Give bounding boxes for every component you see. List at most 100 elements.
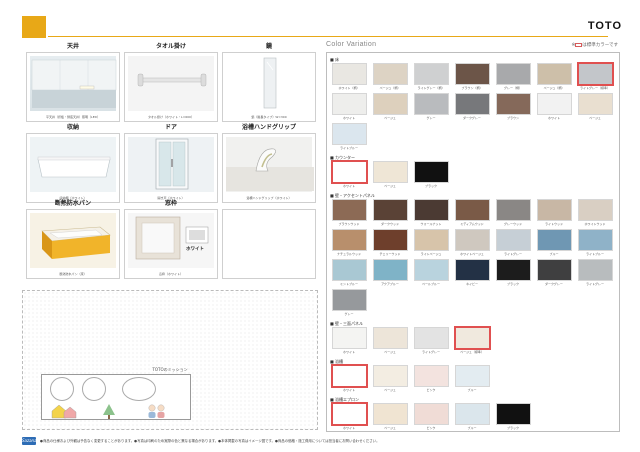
swatch-label: ライトグレー（標準） xyxy=(579,86,610,90)
color-swatch[interactable] xyxy=(455,229,490,251)
color-swatch[interactable] xyxy=(373,199,408,221)
option-title: ドア xyxy=(164,124,177,131)
color-swatch[interactable] xyxy=(578,199,613,221)
color-swatch[interactable] xyxy=(496,403,531,425)
color-swatch[interactable] xyxy=(455,365,490,387)
color-swatch[interactable] xyxy=(496,229,531,251)
swatch-label: ホワイト xyxy=(342,184,355,188)
option-caption: タオル掛け（ホワイト・L=600） xyxy=(148,115,194,119)
option-frame: 収納棚（ホワイト） xyxy=(26,133,120,203)
swatch-label: ライトグレー xyxy=(503,252,522,256)
color-swatch[interactable] xyxy=(373,403,408,425)
option-frame: タオル掛け（ホワイト・L=600） xyxy=(124,52,218,122)
brand-logo: TOTO xyxy=(587,20,622,32)
color-swatch[interactable] xyxy=(578,229,613,251)
color-swatch[interactable] xyxy=(414,229,449,251)
color-swatch[interactable] xyxy=(373,93,408,115)
color-swatch[interactable] xyxy=(373,229,408,251)
swatch-label: ライトブルー xyxy=(585,252,604,256)
mission-illustration xyxy=(41,374,191,420)
color-swatch[interactable] xyxy=(414,199,449,221)
swatch-label: ダークウッド xyxy=(380,222,399,226)
color-swatch[interactable] xyxy=(537,259,572,281)
swatch-label: ブルー xyxy=(549,252,559,256)
color-swatch[interactable] xyxy=(332,365,367,387)
swatch-label: ミントブルー xyxy=(339,282,358,286)
color-swatch[interactable] xyxy=(537,229,572,251)
swatch-label: ダークグレー xyxy=(463,116,481,120)
insulated-pan-image xyxy=(30,213,116,268)
color-swatch[interactable] xyxy=(414,259,449,281)
color-swatch[interactable] xyxy=(455,199,490,221)
house-icon xyxy=(51,404,77,419)
color-swatch[interactable] xyxy=(496,199,531,221)
swatch-label: ブラック xyxy=(506,426,519,430)
color-swatch[interactable] xyxy=(578,259,613,281)
color-swatch[interactable] xyxy=(414,63,449,85)
color-swatch[interactable] xyxy=(414,365,449,387)
swatch-label: ネイビー xyxy=(465,282,478,286)
color-swatch[interactable] xyxy=(414,327,449,349)
window-frame-image: ホワイト xyxy=(128,213,214,268)
option-card-window: 窓枠 ホワイト 窓枠（ホワイト） xyxy=(124,199,218,279)
grip-image xyxy=(226,137,314,192)
color-swatch[interactable] xyxy=(373,327,408,349)
mirror-image xyxy=(226,56,312,111)
color-swatch[interactable] xyxy=(578,93,613,115)
color-swatch[interactable] xyxy=(496,259,531,281)
color-swatch[interactable] xyxy=(537,199,572,221)
swatch-label: ホワイト xyxy=(547,116,560,120)
swatch-label: ダークグレー xyxy=(545,282,563,286)
swatch-label: ブルー xyxy=(467,426,477,430)
towel-bar-image xyxy=(128,56,214,111)
swatch-label: ベージュ（標準） xyxy=(460,350,484,354)
option-caption: 窓枠（ホワイト） xyxy=(158,272,183,276)
color-swatch[interactable] xyxy=(373,259,408,281)
color-swatch[interactable] xyxy=(373,161,408,183)
color-swatch[interactable] xyxy=(496,93,531,115)
color-swatch[interactable] xyxy=(373,365,408,387)
swatch-label: ライトグレー xyxy=(585,282,604,286)
swatch-label: ホワイト xyxy=(342,116,355,120)
color-swatch[interactable] xyxy=(455,93,490,115)
color-swatch[interactable] xyxy=(537,63,572,85)
color-swatch[interactable] xyxy=(332,161,367,183)
option-frame: 鏡（縦長タイプ）W=300 xyxy=(222,52,316,122)
color-swatch[interactable] xyxy=(455,327,490,349)
color-swatch[interactable] xyxy=(332,327,367,349)
color-swatch[interactable] xyxy=(414,93,449,115)
swatch-label: ウォールナット xyxy=(420,222,442,226)
option-title: 鏡 xyxy=(265,43,272,50)
option-frame: 浴槽ハンドグリップ（ホワイト） xyxy=(222,133,316,203)
color-swatch[interactable] xyxy=(455,63,490,85)
color-swatch[interactable] xyxy=(373,63,408,85)
swatch-label: ブラウンウッド xyxy=(338,222,360,226)
option-card-mirror: 鏡 鏡（縦長タイプ）W=300 xyxy=(222,42,316,122)
color-swatch[interactable] xyxy=(537,93,572,115)
swatch-label: ライトグレー（柄） xyxy=(417,86,445,90)
tree-icon xyxy=(103,404,115,419)
color-swatch[interactable] xyxy=(332,63,367,85)
color-swatch[interactable] xyxy=(496,63,531,85)
color-swatch[interactable] xyxy=(332,403,367,425)
color-swatch[interactable] xyxy=(414,403,449,425)
swatch-label: ベージュ xyxy=(384,350,396,354)
color-swatch[interactable] xyxy=(332,289,367,311)
color-swatch[interactable] xyxy=(578,63,613,85)
color-swatch[interactable] xyxy=(332,229,367,251)
accent-square xyxy=(22,16,46,38)
color-swatch[interactable] xyxy=(332,93,367,115)
swatch-label: ホワイト（柄） xyxy=(338,86,360,90)
color-swatch[interactable] xyxy=(332,259,367,281)
color-swatch[interactable] xyxy=(455,403,490,425)
option-frame xyxy=(222,209,316,279)
color-swatch[interactable] xyxy=(332,123,367,145)
swatch-label: ブルー xyxy=(467,388,477,392)
option-frame: ホワイト 窓枠（ホワイト） xyxy=(124,209,218,279)
option-card-pan: 断熱防水パン 断熱防水パン（床） xyxy=(26,199,120,279)
color-swatch[interactable] xyxy=(414,161,449,183)
color-swatch[interactable] xyxy=(455,259,490,281)
swatch-label: ブラック xyxy=(424,184,437,188)
color-swatch[interactable] xyxy=(332,199,367,221)
color-palette: ■ 床ホワイト（柄） ベージュ（柄） ライトグレー（柄） ブラウン（柄） グレー（柄）ベ… xyxy=(326,52,620,432)
